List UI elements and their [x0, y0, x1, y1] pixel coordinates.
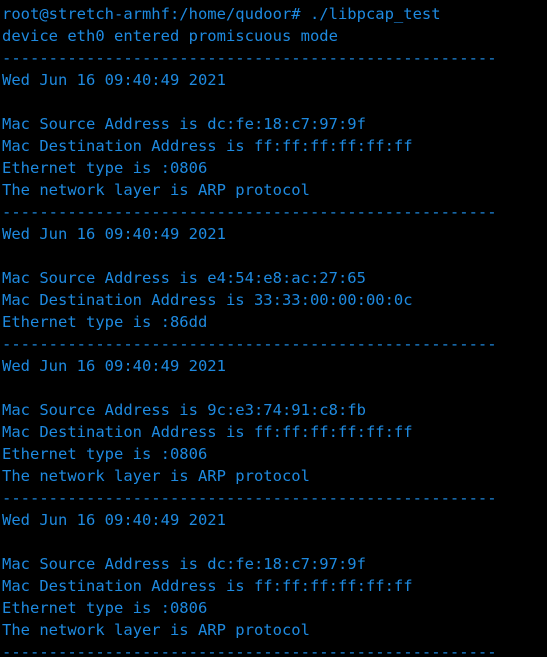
- output-line: The network layer is ARP protocol: [2, 181, 310, 199]
- output-line: Mac Source Address is 9c:e3:74:91:c8:fb: [2, 401, 366, 419]
- output-line: Mac Destination Address is 33:33:00:00:0…: [2, 291, 413, 309]
- output-line: Ethernet type is :0806: [2, 159, 208, 177]
- separator-line: ----------------------------------------…: [2, 489, 497, 507]
- output-line: Wed Jun 16 09:40:49 2021: [2, 225, 226, 243]
- output-line: The network layer is ARP protocol: [2, 621, 310, 639]
- output-line: The network layer is ARP protocol: [2, 467, 310, 485]
- output-line: Mac Destination Address is ff:ff:ff:ff:f…: [2, 137, 413, 155]
- separator-line: ----------------------------------------…: [2, 643, 497, 657]
- terminal-output-area[interactable]: root@stretch-armhf:/home/qudoor# ./libpc…: [0, 0, 547, 657]
- output-line: Mac Source Address is dc:fe:18:c7:97:9f: [2, 555, 366, 573]
- separator-line: ----------------------------------------…: [2, 203, 497, 221]
- output-line: Wed Jun 16 09:40:49 2021: [2, 71, 226, 89]
- output-line: Ethernet type is :0806: [2, 599, 208, 617]
- output-line: Wed Jun 16 09:40:49 2021: [2, 511, 226, 529]
- output-line: Mac Source Address is e4:54:e8:ac:27:65: [2, 269, 366, 287]
- output-line: Mac Source Address is dc:fe:18:c7:97:9f: [2, 115, 366, 133]
- output-line: Mac Destination Address is ff:ff:ff:ff:f…: [2, 423, 413, 441]
- separator-line: ----------------------------------------…: [2, 335, 497, 353]
- shell-prompt-line: root@stretch-armhf:/home/qudoor# ./libpc…: [2, 5, 441, 23]
- output-line: Mac Destination Address is ff:ff:ff:ff:f…: [2, 577, 413, 595]
- output-line: device eth0 entered promiscuous mode: [2, 27, 338, 45]
- output-line: Ethernet type is :86dd: [2, 313, 208, 331]
- output-line: Ethernet type is :0806: [2, 445, 208, 463]
- output-line: Wed Jun 16 09:40:49 2021: [2, 357, 226, 375]
- separator-line: ----------------------------------------…: [2, 49, 497, 67]
